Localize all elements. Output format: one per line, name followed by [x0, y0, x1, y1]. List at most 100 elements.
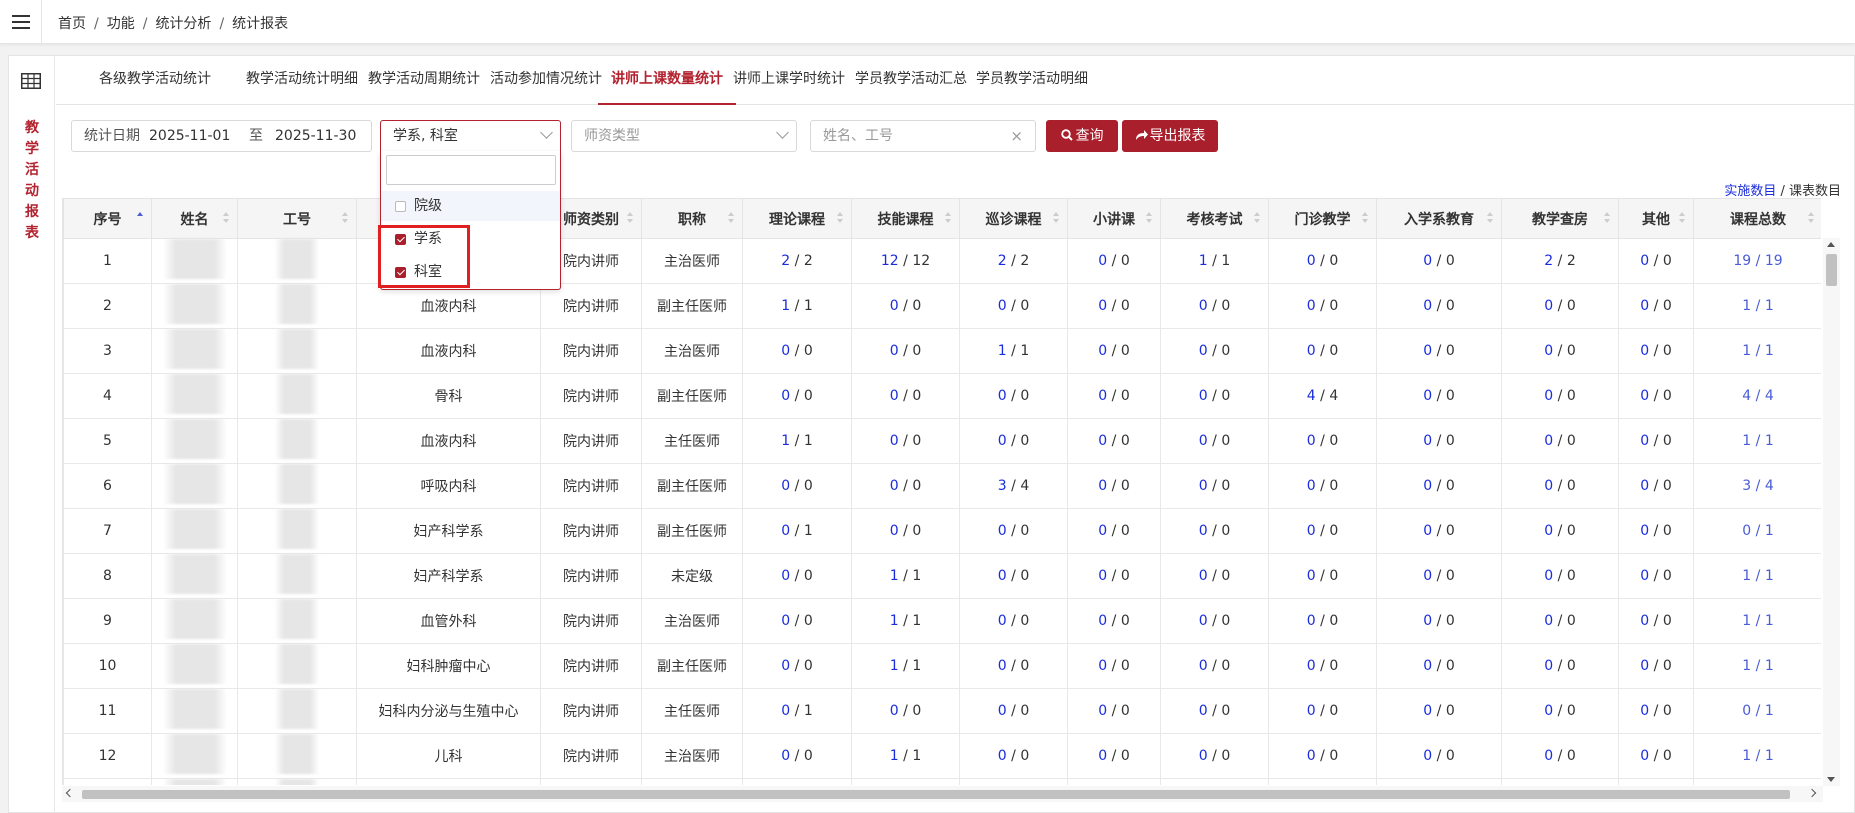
actual-count[interactable]: 0: [1544, 658, 1553, 674]
actual-count[interactable]: 0: [1199, 388, 1208, 404]
actual-count[interactable]: 0: [998, 298, 1007, 314]
sort-icon[interactable]: [728, 212, 735, 224]
vertical-scrollbar[interactable]: [1823, 238, 1840, 786]
actual-count[interactable]: 0: [781, 388, 790, 404]
actual-count[interactable]: 1: [890, 568, 899, 584]
actual-count[interactable]: 0: [1199, 613, 1208, 629]
col-header-exam[interactable]: 考核考试: [1160, 198, 1269, 239]
actual-count[interactable]: 0: [781, 703, 790, 719]
actual-count[interactable]: 0: [1544, 748, 1553, 764]
col-header-rounds[interactable]: 巡诊课程: [959, 198, 1068, 239]
horizontal-scrollbar[interactable]: [62, 786, 1823, 802]
actual-count[interactable]: 0: [1098, 253, 1107, 269]
actual-count[interactable]: 0: [1423, 298, 1432, 314]
actual-count[interactable]: 12: [881, 253, 899, 269]
actual-count[interactable]: 0: [1544, 613, 1553, 629]
actual-count[interactable]: 0: [1307, 433, 1316, 449]
actual-count[interactable]: 1: [1742, 298, 1751, 314]
actual-count[interactable]: 0: [1640, 298, 1649, 314]
actual-count[interactable]: 19: [1733, 253, 1751, 269]
breadcrumb-function[interactable]: 功能: [107, 16, 135, 32]
col-header-theory[interactable]: 理论课程: [742, 198, 852, 239]
actual-count[interactable]: 0: [998, 703, 1007, 719]
col-header-total[interactable]: 课程总数: [1693, 198, 1821, 239]
actual-count[interactable]: 0: [890, 343, 899, 359]
scroll-thumb[interactable]: [1826, 254, 1837, 286]
actual-count[interactable]: 0: [998, 658, 1007, 674]
actual-count[interactable]: 0: [998, 613, 1007, 629]
sort-icon[interactable]: [945, 212, 952, 224]
actual-count[interactable]: 2: [781, 253, 790, 269]
actual-count[interactable]: 0: [1640, 343, 1649, 359]
actual-count[interactable]: 0: [1098, 568, 1107, 584]
actual-count[interactable]: 0: [1544, 388, 1553, 404]
actual-count[interactable]: 0: [1640, 253, 1649, 269]
actual-count[interactable]: 2: [1544, 253, 1553, 269]
sort-icon[interactable]: [1053, 212, 1060, 224]
actual-count[interactable]: 1: [1742, 568, 1751, 584]
actual-count[interactable]: 1: [1742, 343, 1751, 359]
actual-count[interactable]: 0: [1307, 568, 1316, 584]
actual-count[interactable]: 0: [1199, 703, 1208, 719]
actual-count[interactable]: 0: [1544, 478, 1553, 494]
actual-count[interactable]: 0: [781, 343, 790, 359]
actual-count[interactable]: 0: [998, 523, 1007, 539]
scroll-right-icon[interactable]: [1807, 788, 1817, 798]
actual-count[interactable]: 0: [1544, 703, 1553, 719]
actual-count[interactable]: 4: [1307, 388, 1316, 404]
actual-count[interactable]: 3: [1742, 478, 1751, 494]
actual-count[interactable]: 0: [1423, 613, 1432, 629]
actual-count[interactable]: 0: [1098, 523, 1107, 539]
tab-level-activity[interactable]: 各级教学活动统计: [86, 56, 224, 105]
actual-count[interactable]: 0: [1640, 523, 1649, 539]
teacher-type-select[interactable]: 师资类型: [571, 120, 797, 152]
actual-count[interactable]: 1: [781, 433, 790, 449]
actual-count[interactable]: 0: [1199, 748, 1208, 764]
col-header-orientation[interactable]: 入学系教育: [1376, 198, 1502, 239]
option-college[interactable]: 院级: [381, 191, 560, 221]
actual-count[interactable]: 0: [1640, 568, 1649, 584]
actual-count[interactable]: 0: [1640, 703, 1649, 719]
scroll-down-icon[interactable]: [1827, 777, 1835, 782]
sort-icon[interactable]: [1604, 212, 1611, 224]
actual-count[interactable]: 0: [781, 748, 790, 764]
tab-student-summary[interactable]: 学员教学活动汇总: [842, 56, 980, 105]
actual-count[interactable]: 0: [1544, 298, 1553, 314]
actual-count[interactable]: 0: [1199, 523, 1208, 539]
col-header-staff-id[interactable]: 工号: [237, 198, 357, 239]
actual-count[interactable]: 0: [1423, 343, 1432, 359]
actual-count[interactable]: 0: [1098, 613, 1107, 629]
tab-lecturer-count[interactable]: 讲师上课数量统计: [598, 56, 736, 105]
export-report-button[interactable]: 导出报表: [1122, 120, 1218, 152]
actual-count[interactable]: 0: [1199, 298, 1208, 314]
actual-count[interactable]: 0: [890, 523, 899, 539]
tab-activity-period[interactable]: 教学活动周期统计: [355, 56, 493, 105]
col-header-ward-round[interactable]: 教学查房: [1501, 198, 1619, 239]
sort-asc-icon[interactable]: [137, 212, 144, 224]
date-range-field[interactable]: 统计日期 2025-11-01 至 2025-11-30: [71, 120, 372, 152]
actual-count[interactable]: 1: [1742, 613, 1751, 629]
scroll-up-icon[interactable]: [1827, 242, 1835, 247]
dept-level-select[interactable]: 学系, 科室: [380, 120, 561, 152]
sort-icon[interactable]: [1146, 212, 1153, 224]
actual-count[interactable]: 0: [1199, 568, 1208, 584]
tab-student-detail[interactable]: 学员教学活动明细: [963, 56, 1101, 105]
actual-count[interactable]: 0: [1199, 343, 1208, 359]
actual-count[interactable]: 0: [1098, 433, 1107, 449]
actual-count[interactable]: 1: [1199, 253, 1208, 269]
sort-icon[interactable]: [1487, 212, 1494, 224]
sort-icon[interactable]: [837, 212, 844, 224]
tab-activity-detail[interactable]: 教学活动统计明细: [233, 56, 371, 105]
table-grid-icon[interactable]: [21, 73, 41, 89]
actual-count[interactable]: 0: [890, 298, 899, 314]
actual-count[interactable]: 0: [781, 568, 790, 584]
actual-count[interactable]: 0: [890, 703, 899, 719]
col-header-skill[interactable]: 技能课程: [851, 198, 960, 239]
actual-count[interactable]: 2: [998, 253, 1007, 269]
actual-count[interactable]: 0: [890, 478, 899, 494]
col-header-no[interactable]: 序号: [63, 198, 152, 239]
actual-count[interactable]: 0: [1098, 658, 1107, 674]
actual-count[interactable]: 0: [998, 568, 1007, 584]
actual-count[interactable]: 0: [1742, 703, 1751, 719]
actual-count[interactable]: 0: [1640, 658, 1649, 674]
